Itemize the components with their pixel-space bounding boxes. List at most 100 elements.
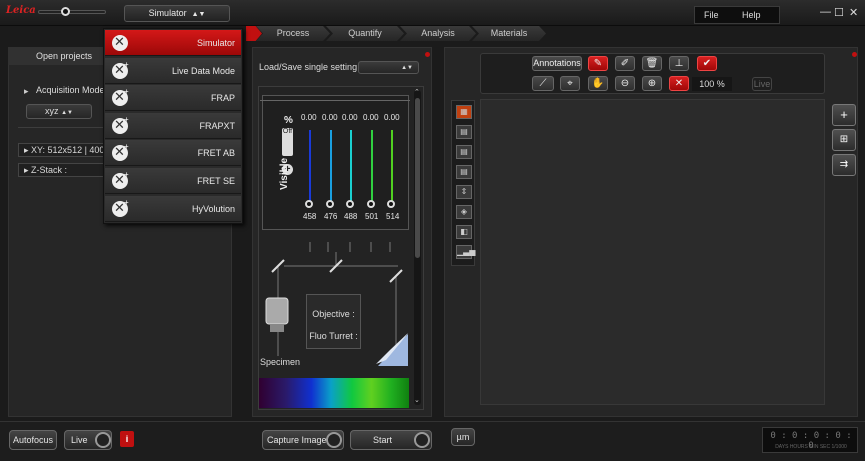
maximize-icon[interactable]: ☐ — [834, 6, 844, 19]
top-slider[interactable] — [38, 7, 106, 16]
zoom-level[interactable]: 100 % — [692, 77, 732, 91]
xy-format-row[interactable]: ▸ XY: 512x512 | 400 — [18, 143, 106, 157]
timer-units: DAYS HOURS MIN SEC 1/1000 — [775, 444, 847, 450]
unit-button[interactable]: µm — [451, 428, 475, 446]
laser-slider-knob[interactable] — [305, 200, 313, 208]
acquisition-mode-dropdown[interactable]: xyz ▲▼ — [26, 104, 92, 119]
acquisition-mode-value: xyz — [45, 106, 59, 116]
plus-icon: + — [124, 114, 129, 124]
specimen-label: Specimen — [260, 357, 301, 367]
export-icon[interactable]: ⇉ — [832, 154, 856, 176]
laser-slider-track[interactable] — [391, 130, 393, 202]
mode-menu-item[interactable]: + FRAP — [105, 85, 241, 112]
laser-slider-track[interactable] — [329, 130, 332, 202]
laser-slider-knob[interactable] — [387, 200, 395, 208]
mode-menu-label: FRAPXT — [199, 120, 235, 131]
crosshair-icon[interactable]: ⌖ — [560, 76, 580, 91]
channel-2-icon[interactable]: ▤ — [456, 145, 472, 159]
spectrum-bar[interactable] — [259, 378, 409, 408]
laser-slider-knob[interactable] — [325, 200, 334, 208]
objective-box[interactable]: Objective : Fluo Turret : — [306, 294, 361, 349]
plus-icon: + — [124, 197, 129, 207]
channel-1-icon[interactable]: ▤ — [456, 125, 472, 139]
mode-menu-item[interactable]: + HyVolution — [105, 195, 241, 222]
scrollbar-thumb[interactable] — [415, 98, 420, 258]
check-icon[interactable]: ✔ — [697, 56, 717, 71]
wavelength-label: 488 — [344, 212, 358, 221]
laser-slider-track[interactable] — [370, 130, 373, 202]
updown-caret-icon: ▲▼ — [401, 65, 413, 71]
plus-icon: + — [124, 170, 129, 179]
load-save-label: Load/Save single setting : — [259, 62, 363, 72]
laser-slider-track[interactable] — [309, 130, 311, 202]
trash-icon[interactable]: 🗑 — [642, 56, 662, 71]
expand-arrow-icon[interactable]: ▸ — [24, 86, 29, 97]
wavelength-label: 501 — [365, 212, 379, 221]
mode-selector-label: Simulator — [148, 8, 187, 18]
laser-box-top-line — [260, 100, 410, 101]
mode-menu-item[interactable]: + FRAPXT — [105, 112, 241, 139]
zstack-icon[interactable]: ⇕ — [456, 185, 472, 199]
fit-to-window-icon[interactable]: ✕ — [669, 76, 689, 91]
3d-icon[interactable]: ◈ — [456, 205, 472, 219]
hand-icon[interactable]: ✋ — [588, 76, 608, 91]
image-canvas[interactable] — [480, 99, 825, 405]
scale-bar-icon[interactable]: ⊥ — [669, 56, 689, 71]
slider-knob[interactable] — [61, 7, 70, 16]
tab-analysis[interactable]: Analysis — [400, 26, 476, 41]
channel-3-icon[interactable]: ▤ — [456, 165, 472, 179]
status-dot — [425, 52, 430, 57]
edit-pen-icon[interactable]: ✐ — [615, 56, 635, 71]
wavelength-label: 476 — [324, 212, 338, 221]
viewer-live-button[interactable]: Live — [752, 77, 772, 91]
tab-quantify[interactable]: Quantify — [326, 26, 404, 41]
tab-materials[interactable]: Materials — [472, 26, 546, 41]
mode-menu-label: Simulator — [196, 38, 235, 48]
menu-file[interactable]: File — [704, 10, 719, 20]
laser-slider-knob[interactable] — [346, 200, 354, 208]
zoom-in-icon[interactable]: ⊕ — [642, 76, 662, 91]
scroll-down-icon[interactable]: ⌄ — [414, 396, 420, 404]
mode-menu-label: HyVolution — [191, 203, 235, 214]
add-icon[interactable]: + — [832, 104, 856, 126]
capture-image-label: Capture Image — [267, 435, 327, 445]
draw-pen-icon[interactable]: ✎ — [588, 56, 608, 71]
plus-icon: + — [124, 59, 129, 69]
wavelength-label: 458 — [303, 212, 317, 221]
info-icon[interactable]: i — [120, 431, 134, 447]
laser-value: 0.00 — [301, 113, 317, 122]
line-tool-icon[interactable]: ⟋ — [532, 76, 554, 91]
mode-menu-label: FRET AB — [197, 148, 235, 159]
laser-slider-knob[interactable] — [366, 200, 375, 208]
mode-menu-item[interactable]: + Live Data Mode — [105, 57, 241, 84]
mode-menu-item[interactable]: + FRET SE — [105, 168, 241, 194]
timer-display: 0 : 0 : 0 : 0 : 0 DAYS HOURS MIN SEC 1/1… — [762, 427, 858, 453]
acquisition-mode-label: Acquisition Mode — [36, 85, 105, 95]
histogram-icon[interactable]: ▁▃▅ — [456, 245, 475, 259]
split-icon[interactable]: ◧ — [456, 225, 472, 239]
tab-process[interactable]: Process — [256, 26, 330, 41]
leica-logo: Leica — [6, 5, 36, 16]
objective-label: Objective : — [312, 309, 355, 319]
zoom-out-icon[interactable]: ⊖ — [615, 76, 635, 91]
annotations-button[interactable]: Annotations — [532, 56, 582, 71]
mode-menu-item[interactable]: + FRET AB — [105, 140, 241, 167]
overlay-icon[interactable]: ▦ — [456, 105, 472, 119]
mode-menu-label: Live Data Mode — [171, 65, 235, 76]
scroll-up-icon[interactable]: ⌃ — [414, 88, 420, 96]
mode-selector[interactable]: Simulator ▲▼ — [124, 5, 230, 22]
laser-value: 0.00 — [363, 113, 379, 122]
close-icon[interactable]: ✕ — [849, 6, 858, 19]
channel-tools: ▦ ▤ ▤ ▤ ⇕ ◈ ◧ ▁▃▅ — [451, 100, 475, 266]
zstack-row[interactable]: ▸ Z-Stack : — [18, 163, 106, 177]
laser-onoff-switch[interactable]: Off — [282, 128, 293, 156]
laser-slider-track[interactable] — [350, 130, 352, 202]
autofocus-button[interactable]: Autofocus — [9, 430, 57, 450]
grid-layout-icon[interactable]: ⊞ — [832, 129, 856, 151]
load-save-dropdown[interactable]: ▲▼ — [358, 61, 419, 74]
menu-help[interactable]: Help — [742, 10, 761, 20]
mode-menu-item[interactable]: Simulator — [105, 30, 241, 56]
minimize-icon[interactable]: — — [820, 6, 831, 18]
live-indicator-icon — [95, 432, 111, 448]
objective-lens-icon — [265, 297, 289, 325]
